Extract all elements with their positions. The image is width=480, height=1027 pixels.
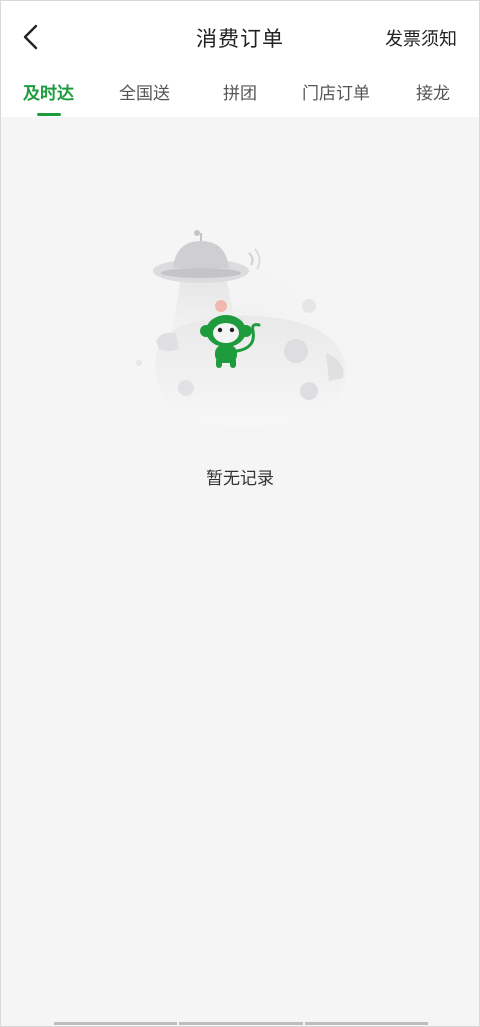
home-indicator xyxy=(54,1022,428,1026)
tab-jishida[interactable]: 及时达 xyxy=(23,79,74,104)
empty-state-message: 暂无记录 xyxy=(206,469,274,489)
invoice-notice-link[interactable]: 发票须知 xyxy=(385,25,457,51)
header-bar: 消费订单 发票须知 及时达 全国送 拼团 门店订单 接龙 xyxy=(1,1,479,117)
tab-pintuan[interactable]: 拼团 xyxy=(223,79,257,104)
tab-quanguosong[interactable]: 全国送 xyxy=(119,79,170,104)
order-tabs: 及时达 全国送 拼团 门店订单 接龙 xyxy=(1,75,479,117)
tab-jielong[interactable]: 接龙 xyxy=(416,79,450,104)
empty-state-illustration xyxy=(136,230,346,448)
tab-store-orders[interactable]: 门店订单 xyxy=(302,79,370,104)
active-tab-indicator xyxy=(37,113,61,116)
